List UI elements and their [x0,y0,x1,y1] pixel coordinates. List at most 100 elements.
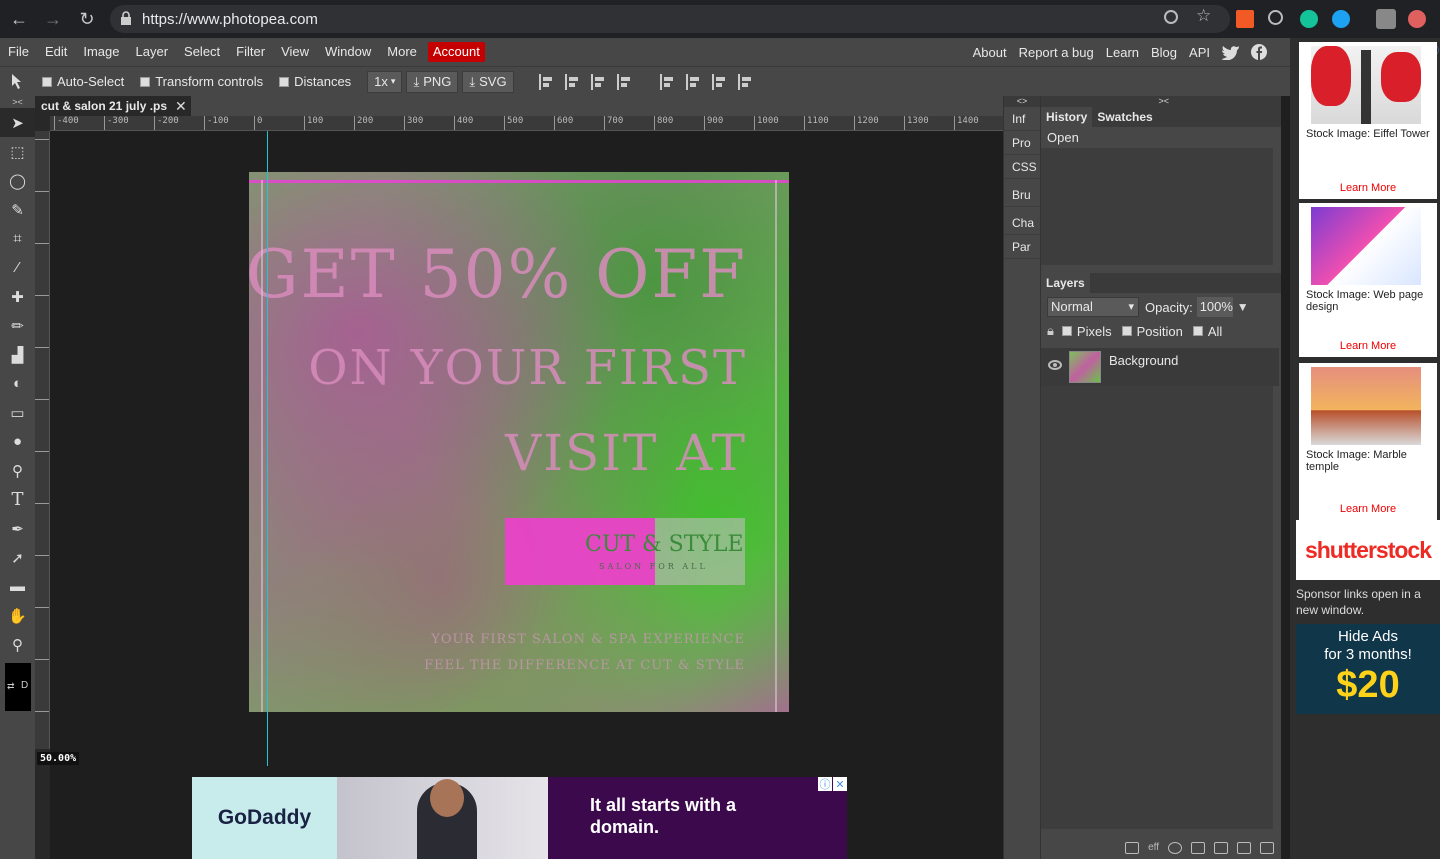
star-icon[interactable]: ☆ [1196,6,1214,25]
pen-tool-icon[interactable]: ✒ [0,514,35,543]
blend-mode-select[interactable]: Normal [1047,297,1139,317]
zoom-tool-icon[interactable]: ⚲ [0,630,35,659]
collapse-icon[interactable]: >< [1041,96,1281,107]
align-bottom-icon[interactable] [711,73,728,90]
link-layers-icon[interactable] [1125,841,1140,854]
align-top-icon[interactable] [659,73,676,90]
auto-select-checkbox[interactable]: Auto-Select [42,74,124,89]
mask-icon[interactable] [1191,841,1205,854]
distances-checkbox[interactable]: Distances [279,74,351,89]
lock-pixels-checkbox[interactable]: Pixels [1061,324,1112,339]
new-layer-icon[interactable] [1237,841,1251,854]
align-right-icon[interactable] [590,73,607,90]
gradient-tool-icon[interactable]: ▭ [0,398,35,427]
lasso-tool-icon[interactable]: ◯ [0,166,35,195]
lock-position-checkbox[interactable]: Position [1121,324,1183,339]
panel-properties[interactable]: Pro [1004,131,1040,155]
grammarly-icon[interactable] [1300,10,1318,28]
expand-icon[interactable]: <> [1004,96,1040,107]
facebook-icon[interactable] [1250,43,1268,61]
adjustment-icon[interactable] [1168,841,1182,854]
link-blog[interactable]: Blog [1145,45,1183,60]
hand-tool-icon[interactable]: ✋ [0,601,35,630]
panel-character[interactable]: Cha [1004,211,1040,235]
stock-ad-card[interactable]: Stock Image: Eiffel Tower Learn More [1299,42,1437,199]
hide-ads-banner[interactable]: Hide Ads for 3 months! $20 [1296,624,1440,714]
account-button[interactable]: Account [427,42,485,62]
export-png-button[interactable]: ⤓ PNG [406,70,459,93]
menu-image[interactable]: Image [75,38,127,66]
path-select-tool-icon[interactable]: ➚ [0,543,35,572]
move-tool-icon[interactable] [10,73,30,91]
bottom-ad-banner[interactable]: GoDaddy It all starts with a domain. ⓘ ✕ [192,777,847,859]
link-report-bug[interactable]: Report a bug [1013,45,1100,60]
distribute-v-icon[interactable] [737,73,754,90]
panel-info[interactable]: Inf [1004,107,1040,131]
layer-row[interactable]: Background [1041,348,1279,386]
shutterstock-logo[interactable]: shutterstock [1296,520,1440,580]
opacity-input[interactable]: 100% [1196,297,1233,317]
trash-icon[interactable] [1260,841,1274,854]
eraser-tool-icon[interactable]: ◐ [0,369,35,398]
panel-css[interactable]: CSS [1004,155,1040,179]
tab-swatches[interactable]: Swatches [1092,107,1157,127]
menu-file[interactable]: File [0,38,37,66]
canvas-image[interactable]: GET 50% OFF ON YOUR FIRST VISIT AT CUT &… [249,172,789,712]
rectangle-tool-icon[interactable]: ▬ [0,572,35,601]
vertical-guide[interactable] [267,131,268,766]
align-middle-icon[interactable] [685,73,702,90]
learn-more-link[interactable]: Learn More [1299,182,1437,194]
distribute-h-icon[interactable] [616,73,633,90]
menu-more[interactable]: More [379,38,425,66]
extension-icon[interactable] [1236,10,1254,28]
tab-history[interactable]: History [1041,107,1093,127]
link-about[interactable]: About [967,45,1013,60]
effects-icon[interactable]: eff [1148,842,1159,853]
swap-colors-icon[interactable]: ⇄ [7,681,15,692]
eyedropper-tool-icon[interactable]: ⁄ [0,253,35,282]
adchoices-icon[interactable]: ⓘ [818,777,832,791]
brush-tool-icon[interactable]: ✏ [0,311,35,340]
twitter-icon[interactable] [1222,44,1240,60]
menu-layer[interactable]: Layer [128,38,177,66]
reload-icon[interactable]: ↻ [72,4,102,34]
blur-tool-icon[interactable]: ● [0,427,35,456]
menu-window[interactable]: Window [317,38,379,66]
transform-controls-checkbox[interactable]: Transform controls [140,74,263,89]
menu-select[interactable]: Select [176,38,228,66]
stock-ad-card[interactable]: Stock Image: Marble temple Learn More [1299,363,1437,520]
collapse-icon[interactable]: >< [0,96,35,108]
align-left-icon[interactable] [538,73,555,90]
panel-brush[interactable]: Bru [1004,183,1040,207]
default-colors-icon[interactable]: D [21,680,28,691]
menu-view[interactable]: View [273,38,317,66]
tab-document[interactable]: cut & salon 21 july .ps [35,96,191,116]
marquee-tool-icon[interactable]: ⬚ [0,137,35,166]
tab-layers[interactable]: Layers [1041,273,1090,293]
stamp-tool-icon[interactable]: ▟ [0,340,35,369]
healing-tool-icon[interactable]: ✚ [0,282,35,311]
update-icon[interactable] [1408,10,1426,28]
text-tool-icon[interactable]: T [0,485,35,514]
opacity-dropdown-icon[interactable]: ▼ [1237,300,1249,314]
close-ad-icon[interactable]: ✕ [833,777,847,791]
learn-more-link[interactable]: Learn More [1299,340,1437,352]
folder-icon[interactable] [1214,841,1228,854]
bird-extension-icon[interactable] [1332,10,1350,28]
color-swatches[interactable]: ⇄ D [5,663,31,711]
lock-all-checkbox[interactable]: All [1192,324,1222,339]
menu-filter[interactable]: Filter [228,38,273,66]
export-svg-button[interactable]: ⤓ SVG [462,70,514,93]
learn-more-link[interactable]: Learn More [1299,503,1437,515]
link-learn[interactable]: Learn [1100,45,1145,60]
panel-paragraph[interactable]: Par [1004,235,1040,259]
link-api[interactable]: API [1183,45,1216,60]
visibility-eye-icon[interactable] [1048,360,1062,370]
close-icon[interactable]: ✕ [175,98,187,115]
stock-ad-card[interactable]: Stock Image: Web page design Learn More [1299,203,1437,357]
move-tool-icon[interactable]: ➤ [0,108,35,137]
menu-edit[interactable]: Edit [37,38,75,66]
avatar[interactable] [1376,9,1396,29]
align-center-h-icon[interactable] [564,73,581,90]
history-entry[interactable]: Open [1041,127,1273,148]
